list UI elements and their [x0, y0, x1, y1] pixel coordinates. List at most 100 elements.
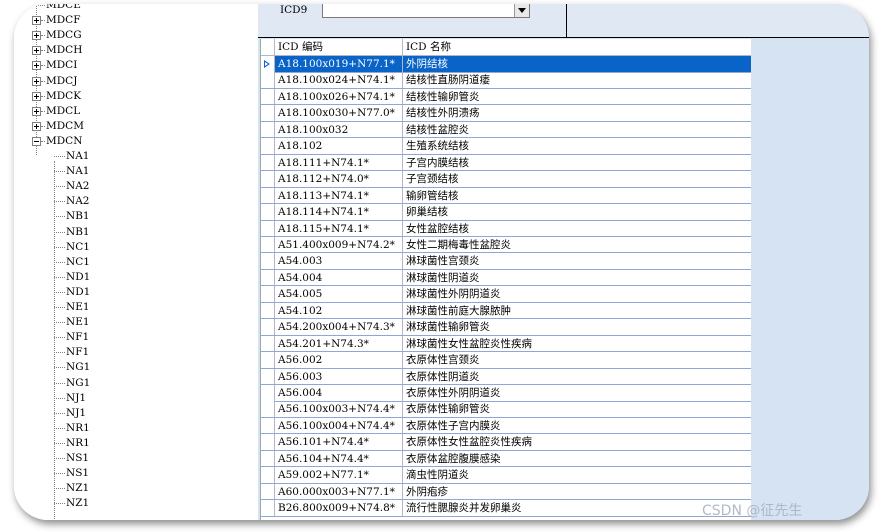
- table-row[interactable]: A18.102 生殖系统结核: [261, 138, 751, 155]
- table-row[interactable]: A54.003 淋球菌性宫颈炎: [261, 253, 751, 270]
- icd-name-cell[interactable]: 卵巢结核: [403, 204, 751, 220]
- row-indicator[interactable]: [261, 483, 275, 500]
- row-indicator[interactable]: [261, 401, 275, 417]
- icd-name-cell[interactable]: 淋球菌性女性盆腔炎性疾病: [403, 336, 751, 352]
- icd-name-cell[interactable]: 结核性外阴溃疡: [403, 105, 751, 121]
- row-indicator[interactable]: [261, 368, 275, 385]
- icd-code-cell[interactable]: A18.113+N74.1*: [275, 187, 403, 204]
- icd-name-cell[interactable]: 衣原体性子宫内膜炎: [403, 418, 751, 434]
- icd-name-cell[interactable]: 衣原体性外阴阴道炎: [403, 385, 751, 401]
- icd-name-cell[interactable]: 衣原体盆腔腹膜感染: [403, 451, 751, 467]
- expand-plus-icon[interactable]: [32, 31, 41, 41]
- row-indicator[interactable]: [261, 121, 275, 138]
- row-indicator[interactable]: [261, 253, 275, 269]
- icd-code-cell[interactable]: A56.002: [275, 352, 403, 368]
- icd-code-cell[interactable]: A18.100x026+N74.1*: [275, 88, 403, 105]
- icd-grid[interactable]: ICD 编码 ICD 名称 A18.100x019+N77.1* 外阴结核 A18.…: [260, 39, 751, 520]
- icd-name-cell[interactable]: 结核性直肠阴道瘘: [403, 72, 751, 88]
- icd-code-cell[interactable]: A51.400x009+N74.2*: [275, 236, 403, 253]
- icd-code-cell[interactable]: A56.104+N74.4*: [275, 450, 403, 467]
- row-indicator[interactable]: [261, 319, 275, 335]
- table-row[interactable]: A18.113+N74.1* 输卵管结核: [261, 187, 751, 205]
- icd-code-cell[interactable]: A54.003: [275, 253, 403, 269]
- icd-code-cell[interactable]: A18.100x032: [275, 121, 403, 138]
- column-header-name[interactable]: ICD 名称: [403, 39, 751, 55]
- row-indicator[interactable]: [261, 450, 275, 467]
- row-indicator[interactable]: [261, 434, 275, 450]
- row-indicator[interactable]: [261, 269, 275, 286]
- icd-name-cell[interactable]: 女性盆腔结核: [403, 221, 751, 237]
- row-indicator[interactable]: [261, 220, 275, 236]
- row-indicator[interactable]: [261, 236, 275, 253]
- icd-name-cell[interactable]: 结核性输卵管炎: [403, 89, 751, 105]
- icd-name-cell[interactable]: 淋球菌性外阴阴道炎: [403, 286, 751, 302]
- icd-name-cell[interactable]: 子宫内膜结核: [403, 155, 751, 171]
- expand-plus-icon[interactable]: [32, 91, 41, 101]
- table-row[interactable]: A18.100x030+N77.0* 结核性外阴溃疡: [261, 105, 751, 122]
- collapse-minus-icon[interactable]: [32, 136, 41, 146]
- icd-name-cell[interactable]: 衣原体性输卵管炎: [403, 401, 751, 417]
- icd-name-cell[interactable]: 流行性腮腺炎并发卵巢炎: [403, 500, 751, 516]
- expand-plus-icon[interactable]: [32, 61, 41, 71]
- icd-code-cell[interactable]: A18.115+N74.1*: [275, 220, 403, 236]
- table-row[interactable]: A56.100x003+N74.4* 衣原体性输卵管炎: [261, 401, 751, 418]
- row-indicator[interactable]: [261, 171, 275, 187]
- expand-plus-icon[interactable]: [32, 121, 41, 131]
- icd-code-cell[interactable]: A54.102: [275, 302, 403, 319]
- icd-code-cell[interactable]: A18.102: [275, 138, 403, 154]
- icd-name-cell[interactable]: 淋球菌性前庭大腺脓肿: [403, 303, 751, 319]
- row-indicator[interactable]: [261, 187, 275, 204]
- table-row[interactable]: A18.100x032 结核性盆腔炎: [261, 121, 751, 139]
- icd-code-cell[interactable]: A18.100x024+N74.1*: [275, 72, 403, 88]
- icd-name-cell[interactable]: 滴虫性阴道炎: [403, 467, 751, 483]
- table-row[interactable]: A54.201+N74.3* 淋球菌性女性盆腔炎性疾病: [261, 335, 751, 353]
- icd-name-cell[interactable]: 淋球菌性阴道炎: [403, 270, 751, 286]
- icd-code-cell[interactable]: A56.101+N74.4*: [275, 434, 403, 450]
- table-row[interactable]: A56.101+N74.4* 衣原体性女性盆腔炎性疾病: [261, 434, 751, 451]
- table-row[interactable]: A51.400x009+N74.2* 女性二期梅毒性盆腔炎: [261, 236, 751, 254]
- table-row[interactable]: A56.003 衣原体性阴道炎: [261, 368, 751, 386]
- expand-plus-icon[interactable]: [32, 16, 41, 26]
- row-indicator[interactable]: [261, 286, 275, 302]
- icd-code-cell[interactable]: A60.000x003+N77.1*: [275, 483, 403, 500]
- row-indicator[interactable]: [261, 105, 275, 121]
- row-indicator[interactable]: [261, 467, 275, 483]
- row-indicator[interactable]: [261, 302, 275, 319]
- icd-code-cell[interactable]: A54.005: [275, 286, 403, 302]
- expand-plus-icon[interactable]: [32, 76, 41, 86]
- icd-code-cell[interactable]: A59.002+N77.1*: [275, 467, 403, 483]
- icd-name-cell[interactable]: 衣原体性女性盆腔炎性疾病: [403, 434, 751, 450]
- table-row[interactable]: A18.114+N74.1* 卵巢结核: [261, 204, 751, 221]
- icd-name-cell[interactable]: 结核性盆腔炎: [403, 122, 751, 138]
- expand-plus-icon[interactable]: [32, 106, 41, 116]
- icd-code-cell[interactable]: A18.112+N74.0*: [275, 171, 403, 187]
- table-row[interactable]: A60.000x003+N77.1* 外阴疱疹: [261, 483, 751, 501]
- row-indicator[interactable]: [261, 500, 275, 516]
- icd-code-cell[interactable]: A54.201+N74.3*: [275, 335, 403, 352]
- table-row[interactable]: A18.100x024+N74.1* 结核性直肠阴道瘘: [261, 72, 751, 89]
- icd-name-cell[interactable]: 淋球菌性输卵管炎: [403, 319, 751, 335]
- icd-code-cell[interactable]: A56.003: [275, 368, 403, 385]
- icd-code-cell[interactable]: A18.100x030+N77.0*: [275, 105, 403, 121]
- row-indicator[interactable]: [261, 138, 275, 154]
- row-indicator[interactable]: [261, 204, 275, 220]
- row-indicator[interactable]: [261, 56, 275, 72]
- table-row[interactable]: A18.111+N74.1* 子宫内膜结核: [261, 154, 751, 172]
- icd-code-cell[interactable]: A54.200x004+N74.3*: [275, 319, 403, 335]
- icd-name-cell[interactable]: 外阴结核: [403, 56, 751, 72]
- mdc-tree[interactable]: MDCE MDCF MDCG MDCH MDCI MDCJ MDCK MDCL MDCM MDCN…: [14, 4, 258, 520]
- icd-name-cell[interactable]: 女性二期梅毒性盆腔炎: [403, 237, 751, 253]
- icd-code-cell[interactable]: A56.100x003+N74.4*: [275, 401, 403, 417]
- table-row[interactable]: A18.115+N74.1* 女性盆腔结核: [261, 220, 751, 237]
- table-row[interactable]: A54.005 淋球菌性外阴阴道炎: [261, 286, 751, 303]
- table-row[interactable]: A59.002+N77.1* 滴虫性阴道炎: [261, 467, 751, 484]
- chevron-down-icon[interactable]: [514, 4, 529, 17]
- icd-name-cell[interactable]: 子宫颈结核: [403, 171, 751, 187]
- icd-name-cell[interactable]: 淋球菌性宫颈炎: [403, 253, 751, 269]
- row-indicator[interactable]: [261, 335, 275, 352]
- table-row[interactable]: A54.102 淋球菌性前庭大腺脓肿: [261, 302, 751, 320]
- row-indicator[interactable]: [261, 88, 275, 105]
- table-row[interactable]: A18.100x019+N77.1* 外阴结核: [261, 56, 751, 73]
- icd-code-cell[interactable]: A18.100x019+N77.1*: [275, 56, 403, 72]
- row-indicator[interactable]: [261, 72, 275, 88]
